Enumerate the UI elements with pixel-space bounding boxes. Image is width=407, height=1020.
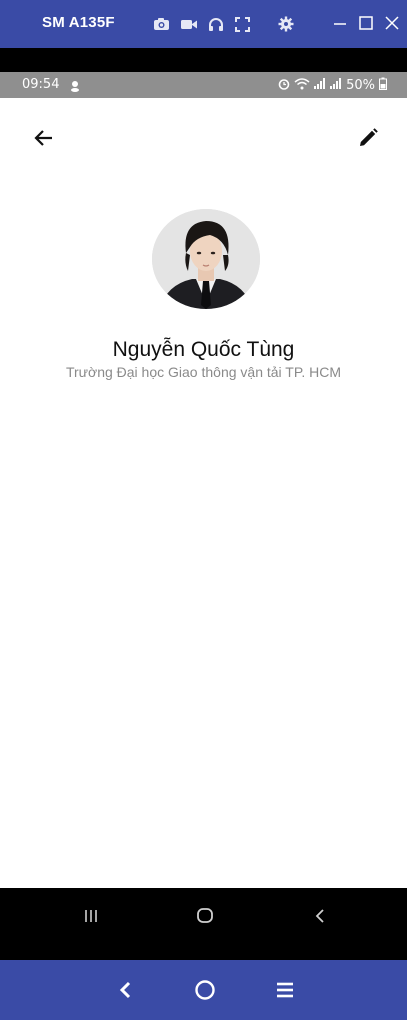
arrow-left-icon <box>34 130 52 146</box>
edit-button[interactable] <box>356 126 380 150</box>
alarm-icon <box>278 78 290 94</box>
window-controls <box>331 14 401 32</box>
recent-apps-button[interactable] <box>79 904 103 928</box>
camera-icon[interactable] <box>152 15 171 34</box>
window-toolbar <box>152 14 295 34</box>
video-icon[interactable] <box>179 15 198 34</box>
battery-icon <box>379 77 387 94</box>
fullscreen-icon[interactable] <box>233 15 252 34</box>
home-button[interactable] <box>193 904 217 928</box>
minimize-icon[interactable] <box>331 14 349 32</box>
back-nav-button[interactable] <box>308 904 332 928</box>
window-title-bar: SM A135F <box>0 0 407 48</box>
status-indicators: 50% <box>278 77 387 94</box>
signal-icon <box>314 78 326 93</box>
android-nav-bar <box>0 888 407 960</box>
window-title: SM A135F <box>42 14 115 31</box>
circle-home-icon[interactable] <box>193 978 217 1002</box>
device-top-bezel <box>0 48 407 72</box>
wifi-icon <box>294 77 310 94</box>
maximize-icon[interactable] <box>357 14 375 32</box>
status-bar: 09:54 50% <box>0 72 407 98</box>
profile-school: Trường Đại học Giao thông vận tải TP. HC… <box>65 364 342 380</box>
back-button[interactable] <box>32 126 56 150</box>
window-bottom-bar <box>0 960 407 1020</box>
close-icon[interactable] <box>383 14 401 32</box>
chevron-left-icon[interactable] <box>114 978 138 1002</box>
menu-icon[interactable] <box>273 978 297 1002</box>
battery-percent: 50% <box>346 78 375 93</box>
gear-icon[interactable] <box>276 15 295 34</box>
profile-name: Nguyễn Quốc Tùng <box>112 338 295 361</box>
status-time: 09:54 <box>22 77 60 92</box>
pencil-icon <box>360 128 378 146</box>
avatar[interactable] <box>152 209 260 309</box>
headphones-icon[interactable] <box>206 15 225 34</box>
profile-screen: Nguyễn Quốc Tùng Trường Đại học Giao thô… <box>2 98 405 888</box>
notification-icon <box>70 79 80 95</box>
signal-icon-2 <box>330 78 342 93</box>
